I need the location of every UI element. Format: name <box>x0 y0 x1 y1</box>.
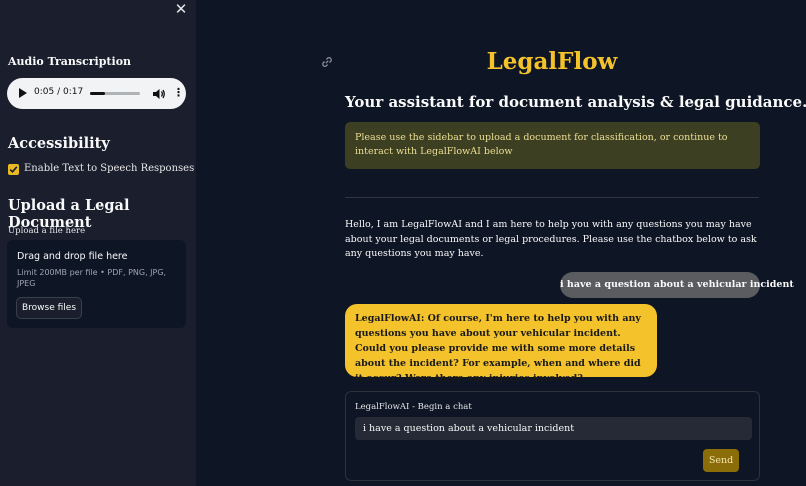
app-subtitle: Your assistant for document analysis & l… <box>345 93 806 111</box>
chat-input[interactable] <box>355 417 752 440</box>
upload-label: Upload a file here <box>8 226 86 236</box>
divider <box>345 197 759 198</box>
checkmark-icon <box>9 166 18 173</box>
audio-transcription-heading: Audio Transcription <box>8 55 132 68</box>
tts-checkbox-label: Enable Text to Speech Responses <box>24 163 195 174</box>
browse-files-button[interactable]: Browse files <box>16 297 82 319</box>
close-icon[interactable]: ✕ <box>173 1 189 17</box>
dropzone-limit: Limit 200MB per file • PDF, PNG, JPG, JP… <box>17 268 167 288</box>
chat-form: LegalFlowAI - Begin a chat Send <box>345 391 760 481</box>
dropzone-title: Drag and drop file here <box>17 251 128 262</box>
tts-checkbox[interactable] <box>8 164 19 175</box>
audio-time: 0:05 / 0:17 <box>34 87 84 97</box>
sidebar: ✕ Audio Transcription 0:05 / 0:17 ⋮ Acce… <box>0 0 196 486</box>
link-icon[interactable] <box>319 54 335 70</box>
assistant-message-bubble: LegalFlowAI: Of course, I'm here to help… <box>345 304 657 384</box>
more-options-icon[interactable]: ⋮ <box>173 86 184 100</box>
file-dropzone[interactable]: Drag and drop file here Limit 200MB per … <box>7 240 186 328</box>
audio-player[interactable]: 0:05 / 0:17 ⋮ <box>7 78 186 109</box>
audio-seek-bar[interactable] <box>90 92 140 95</box>
info-alert: Please use the sidebar to upload a docum… <box>345 122 760 169</box>
chat-form-label: LegalFlowAI - Begin a chat <box>355 402 472 412</box>
app-title: LegalFlow <box>486 48 618 75</box>
volume-icon[interactable] <box>152 86 166 100</box>
send-button[interactable]: Send <box>703 449 739 472</box>
user-message-bubble: i have a question about a vehicular inci… <box>560 272 794 298</box>
info-alert-text: Please use the sidebar to upload a docum… <box>355 132 728 157</box>
play-icon[interactable] <box>19 88 27 98</box>
audio-seek-progress <box>90 92 105 95</box>
accessibility-heading: Accessibility <box>8 135 110 152</box>
intro-message: Hello, I am LegalFlowAI and I am here to… <box>345 219 757 259</box>
